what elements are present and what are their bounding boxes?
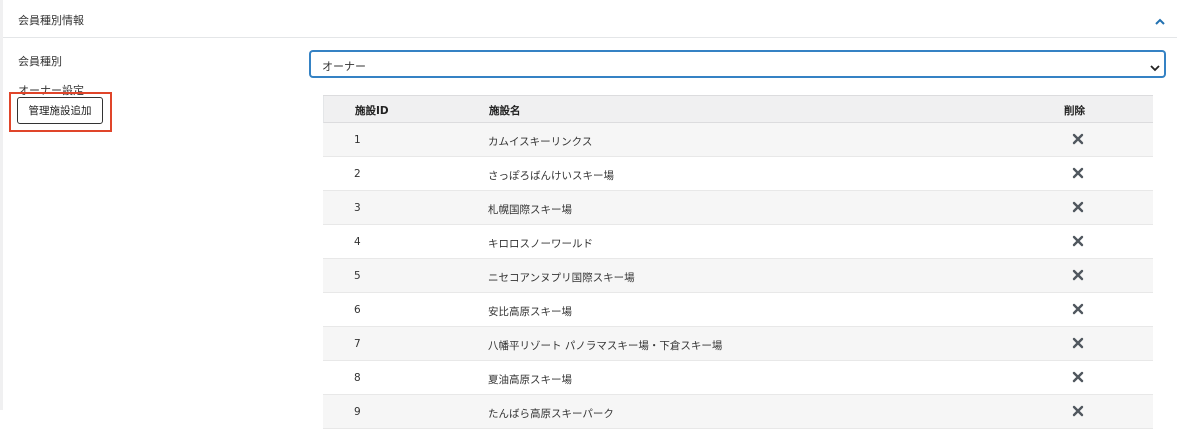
table-row: 9 たんばら高原スキーパーク xyxy=(323,395,1153,429)
chevron-down-icon xyxy=(1149,59,1161,72)
table-row: 8 夏油高原スキー場 xyxy=(323,361,1153,395)
facility-table: 施設ID 施設名 削除 1 カムイスキーリンクス 2 さっぽろばんけいスキー場 3 札幌国… xyxy=(323,95,1153,429)
facility-id-cell: 6 xyxy=(354,304,361,316)
member-type-select[interactable]: オーナー xyxy=(310,51,1165,77)
table-row: 4 キロロスノーワールド xyxy=(323,225,1153,259)
header-facility-id: 施設ID xyxy=(355,105,389,117)
facility-name-cell: 札幌国際スキー場 xyxy=(488,204,572,216)
facility-name-cell: 八幡平リゾート パノラマスキー場・下倉スキー場 xyxy=(488,340,723,352)
facility-name-cell: 夏油高原スキー場 xyxy=(488,374,572,386)
close-icon[interactable] xyxy=(1072,167,1084,179)
panel-header[interactable]: 会員種別情報 xyxy=(3,0,1177,38)
facility-name-cell: キロロスノーワールド xyxy=(488,238,593,250)
close-icon[interactable] xyxy=(1072,371,1084,383)
facility-name-cell: ニセコアンヌプリ国際スキー場 xyxy=(488,272,635,284)
facility-name-cell: 安比高原スキー場 xyxy=(488,306,572,318)
facility-name-cell: たんばら高原スキーパーク xyxy=(488,408,614,420)
close-icon[interactable] xyxy=(1072,303,1084,315)
table-row: 1 カムイスキーリンクス xyxy=(323,123,1153,157)
facility-id-cell: 8 xyxy=(354,372,361,384)
facility-id-cell: 5 xyxy=(354,270,361,282)
member-type-label: 会員種別 xyxy=(18,55,62,68)
facility-id-cell: 2 xyxy=(354,168,361,180)
header-delete: 削除 xyxy=(1064,105,1085,117)
facility-name-cell: カムイスキーリンクス xyxy=(488,136,593,148)
chevron-up-icon[interactable] xyxy=(1153,13,1167,25)
close-icon[interactable] xyxy=(1072,133,1084,145)
facility-id-cell: 3 xyxy=(354,202,361,214)
table-row: 6 安比高原スキー場 xyxy=(323,293,1153,327)
table-row: 3 札幌国際スキー場 xyxy=(323,191,1153,225)
close-icon[interactable] xyxy=(1072,235,1084,247)
member-type-selected-value: オーナー xyxy=(322,60,366,73)
facility-id-cell: 1 xyxy=(354,134,361,146)
table-row: 7 八幡平リゾート パノラマスキー場・下倉スキー場 xyxy=(323,327,1153,361)
facility-id-cell: 7 xyxy=(354,338,361,350)
table-header: 施設ID 施設名 削除 xyxy=(323,96,1153,123)
table-body: 1 カムイスキーリンクス 2 さっぽろばんけいスキー場 3 札幌国際スキー場 4 キロロスノー… xyxy=(323,123,1153,429)
facility-id-cell: 4 xyxy=(354,236,361,248)
left-border xyxy=(0,0,3,410)
panel-title: 会員種別情報 xyxy=(18,14,84,27)
close-icon[interactable] xyxy=(1072,337,1084,349)
close-icon[interactable] xyxy=(1072,201,1084,213)
close-icon[interactable] xyxy=(1072,269,1084,281)
table-row: 5 ニセコアンヌプリ国際スキー場 xyxy=(323,259,1153,293)
header-facility-name: 施設名 xyxy=(489,105,521,117)
facility-name-cell: さっぽろばんけいスキー場 xyxy=(488,170,614,182)
add-facility-button[interactable]: 管理施設追加 xyxy=(17,97,103,124)
facility-id-cell: 9 xyxy=(354,406,361,418)
close-icon[interactable] xyxy=(1072,405,1084,417)
table-row: 2 さっぽろばんけいスキー場 xyxy=(323,157,1153,191)
